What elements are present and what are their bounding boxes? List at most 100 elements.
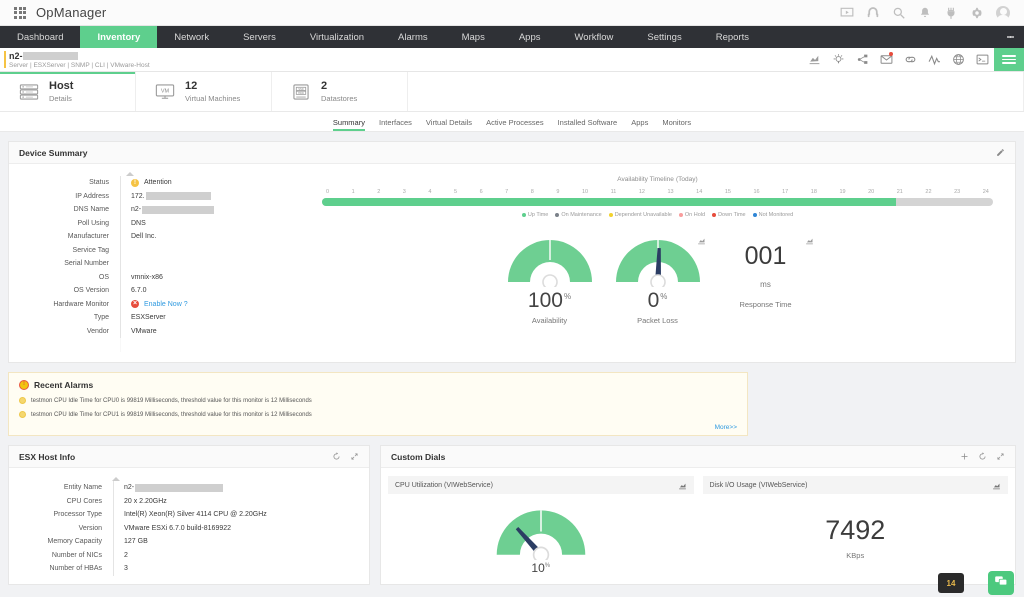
tab-active-processes[interactable]: Active Processes: [486, 118, 544, 131]
esx-entity-name-redacted: [135, 483, 224, 492]
gear-icon[interactable]: [970, 6, 984, 20]
esx-host-info-panel: ESX Host Info Entity Name n2- CPU Cores …: [8, 445, 370, 585]
refresh-icon[interactable]: [332, 452, 341, 461]
globe-icon[interactable]: [946, 48, 970, 71]
summary-row-manufacturer: Manufacturer Dell Inc.: [15, 230, 304, 244]
enable-hardware-monitor-link[interactable]: Enable Now ?: [144, 298, 188, 312]
opmanager-app: OpManager Dashboard Inventory Network Se…: [0, 0, 1024, 597]
datastore-disk-icon: SSD HDD: [290, 83, 312, 101]
esx-entity-name-text: n2-: [124, 484, 135, 491]
tab-interfaces[interactable]: Interfaces: [379, 118, 412, 131]
bell-icon[interactable]: [918, 6, 932, 20]
packet-loss-chart-icon[interactable]: [697, 232, 706, 250]
alarm-severity-icon: [19, 411, 26, 418]
summary-value-os-version: 6.7.0: [120, 284, 304, 298]
expand-icon[interactable]: [996, 452, 1005, 461]
dial-card-cpu-title: CPU Utilization (VIWebService): [395, 481, 493, 489]
tab-installed-software[interactable]: Installed Software: [558, 118, 618, 131]
brand-title: OpManager: [36, 5, 107, 20]
user-avatar-icon[interactable]: [996, 5, 1010, 20]
nav-item-maps[interactable]: Maps: [445, 26, 502, 48]
svg-text:VM: VM: [161, 88, 170, 94]
nav-item-alarms[interactable]: Alarms: [381, 26, 445, 48]
device-toolbar: [802, 48, 1024, 71]
nav-item-network[interactable]: Network: [157, 26, 226, 48]
dial-card-cpu-utilization[interactable]: CPU Utilization (VIWebService) 10%: [388, 476, 694, 575]
alarm-item[interactable]: testmon CPU Idle Time for CPU1 is 99819 …: [19, 411, 737, 418]
tick-15: 15: [724, 189, 731, 195]
device-status-accent-bar: [4, 51, 6, 68]
summary-key-dns-name: DNS Name: [73, 206, 109, 213]
tab-summary[interactable]: Summary: [332, 118, 366, 131]
terminal-icon[interactable]: [970, 48, 994, 71]
plug-icon[interactable]: [944, 6, 958, 20]
legend-label-0: Up Time: [527, 212, 549, 218]
tick-1: 1: [351, 189, 355, 195]
alert-bulb-icon[interactable]: [826, 48, 850, 71]
nav-item-servers[interactable]: Servers: [226, 26, 293, 48]
nav-item-reports[interactable]: Reports: [699, 26, 766, 48]
add-icon[interactable]: [960, 452, 969, 461]
tab-monitors[interactable]: Monitors: [662, 118, 691, 131]
nav-item-inventory[interactable]: Inventory: [80, 26, 158, 48]
summary-key-poll-using: Poll Using: [77, 219, 109, 227]
nav-item-dashboard[interactable]: Dashboard: [0, 26, 80, 48]
server-rack-icon: [18, 83, 40, 101]
tab-apps[interactable]: Apps: [631, 118, 648, 131]
disk-io-unit: KBps: [846, 551, 865, 560]
nav-item-settings[interactable]: Settings: [630, 26, 698, 48]
entity-tab-virtual-machines[interactable]: VM 12 Virtual Machines: [136, 72, 272, 111]
legend-label-5: Not Monitored: [758, 212, 794, 218]
notification-count-badge[interactable]: 14: [938, 573, 964, 593]
availability-timeline-bar[interactable]: [322, 198, 993, 206]
nav-item-workflow[interactable]: Workflow: [558, 26, 631, 48]
response-time-label: Response Time: [739, 300, 792, 309]
bar-chart-icon[interactable]: [992, 481, 1001, 490]
tab-virtual-details[interactable]: Virtual Details: [426, 118, 472, 131]
summary-value-serial-number: [120, 257, 304, 271]
performance-chart-icon[interactable]: [802, 48, 826, 71]
chat-support-button[interactable]: [988, 571, 1014, 595]
summary-value-status: Attention: [120, 176, 304, 190]
device-name: n2-: [9, 51, 150, 61]
nav-item-apps[interactable]: Apps: [502, 26, 558, 48]
summary-value-vendor: VMware: [120, 324, 304, 338]
network-share-icon[interactable]: [850, 48, 874, 71]
alarms-more-link[interactable]: More>>: [19, 424, 737, 431]
entity-tab-host[interactable]: Host Details: [0, 72, 136, 111]
app-grid-icon[interactable]: [14, 6, 26, 19]
summary-row-truncated: [15, 338, 304, 352]
cpu-utilization-value: 10: [531, 561, 545, 575]
entity-tab-vm-count: 12: [185, 79, 198, 92]
kebab-menu-icon[interactable]: [997, 26, 1024, 48]
refresh-icon[interactable]: [978, 452, 987, 461]
esx-key-number-of-nics: Number of NICs: [51, 551, 102, 559]
legend-dependent-unavailable: Dependent Unavailable: [608, 212, 672, 218]
headset-icon[interactable]: [866, 6, 880, 20]
nav-item-virtualization[interactable]: Virtualization: [293, 26, 381, 48]
presentation-icon[interactable]: [840, 6, 854, 20]
link-icon[interactable]: [898, 48, 922, 71]
edit-pencil-icon[interactable]: [996, 148, 1005, 157]
dial-card-disk-io[interactable]: Disk I/O Usage (VIWebService) 7492 KBps: [702, 476, 1009, 575]
response-time-value: 001: [744, 242, 787, 270]
mail-icon[interactable]: [874, 48, 898, 71]
pulse-graph-icon[interactable]: [922, 48, 946, 71]
summary-row-poll-using: Poll Using DNS: [15, 216, 304, 230]
hamburger-menu-icon[interactable]: [994, 48, 1024, 71]
tick-5: 5: [453, 189, 458, 195]
response-time-chart-icon[interactable]: [805, 232, 814, 250]
dial-card-disk-body: 7492 KBps: [703, 494, 1009, 560]
dial-card-cpu-header: CPU Utilization (VIWebService): [388, 476, 694, 494]
summary-value-truncated: [120, 338, 304, 352]
entity-tab-datastores[interactable]: SSD HDD 2 Datastores: [272, 72, 408, 111]
alarm-item[interactable]: testmon CPU Idle Time for CPU0 is 99819 …: [19, 397, 737, 404]
device-summary-table: Status Attention IP Address 172.: [9, 172, 304, 352]
availability-period: (Today): [676, 176, 698, 183]
dial-card-disk-header: Disk I/O Usage (VIWebService): [702, 476, 1008, 494]
bar-chart-icon[interactable]: [678, 481, 687, 490]
custom-dials-actions: [960, 452, 1005, 461]
esx-row-processor-type: Processor Type Intel(R) Xeon(R) Silver 4…: [9, 508, 369, 522]
search-icon[interactable]: [892, 6, 906, 20]
expand-icon[interactable]: [350, 452, 359, 461]
